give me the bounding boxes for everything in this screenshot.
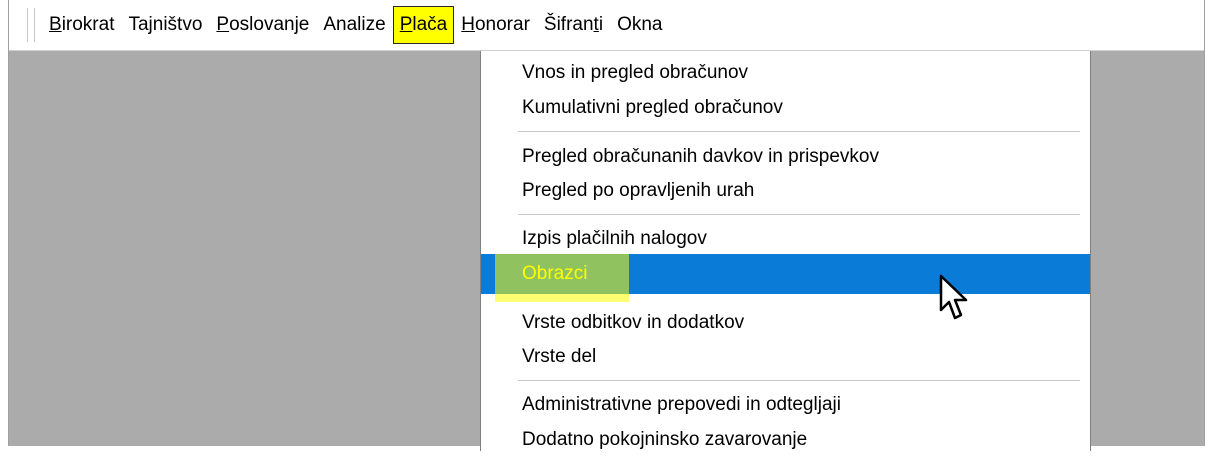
menu-bar: Birokrat Tajništvo Poslovanje Analize Pl…: [9, 0, 1204, 51]
menu-separator: [518, 214, 1080, 216]
menu-item-vnos-in-pregled-obracunov[interactable]: Vnos in pregled obračunov: [481, 53, 1090, 93]
window-left-border: [0, 0, 9, 446]
menu-okna[interactable]: Okna: [610, 6, 669, 44]
menu-poslovanje[interactable]: Poslovanje: [209, 6, 316, 44]
window-right-border: [1204, 0, 1213, 446]
menu-item-dodatno-pokojninsko-zavarovanje[interactable]: Dodatno pokojninsko zavarovanje: [481, 420, 1090, 460]
menu-separator: [518, 380, 1080, 382]
menu-item-kumulativni-pregled-obracunov[interactable]: Kumulativni pregled obračunov: [481, 88, 1090, 128]
menu-tajnistvo[interactable]: Tajništvo: [121, 6, 209, 44]
menu-item-obrazci-label: Obrazci: [522, 263, 588, 284]
mouse-pointer-icon: [939, 274, 968, 320]
menu-item-vrste-del[interactable]: Vrste del: [481, 337, 1090, 377]
menu-separator: [518, 131, 1080, 133]
menu-honorar[interactable]: Honorar: [454, 6, 537, 44]
menu-item-administrativne-prepovedi[interactable]: Administrativne prepovedi in odtegljaji: [481, 385, 1090, 425]
menu-item-pregled-po-opravljenih-urah[interactable]: Pregled po opravljenih urah: [481, 171, 1090, 211]
menu-sifranti[interactable]: Šifranti: [537, 6, 610, 44]
menubar-grip-handle[interactable]: [27, 8, 35, 42]
menu-item-izpis-placilnih-nalogov[interactable]: Izpis plačilnih nalogov: [481, 219, 1090, 259]
menu-analize[interactable]: Analize: [316, 6, 392, 44]
placa-dropdown-menu: Vnos in pregled obračunov Kumulativni pr…: [480, 51, 1091, 451]
menu-item-obrazci[interactable]: Obrazci: [481, 254, 1090, 302]
application-window: Birokrat Tajništvo Poslovanje Analize Pl…: [0, 0, 1213, 451]
menu-placa[interactable]: Plača: [392, 6, 455, 44]
menu-birokrat[interactable]: Birokrat: [42, 6, 121, 44]
